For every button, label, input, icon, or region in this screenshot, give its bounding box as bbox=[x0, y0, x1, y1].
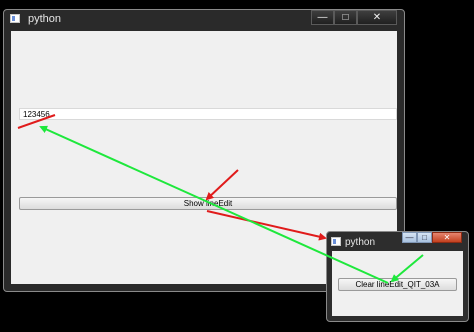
green-arrow-to-line-edit bbox=[39, 125, 389, 284]
red-arrow-to-child-window bbox=[206, 210, 327, 241]
red-underline-mark bbox=[17, 114, 56, 129]
red-arrow-to-show-button bbox=[205, 169, 239, 201]
green-arrow-to-clear-button bbox=[390, 254, 424, 283]
annotation-overlay bbox=[17, 114, 424, 284]
